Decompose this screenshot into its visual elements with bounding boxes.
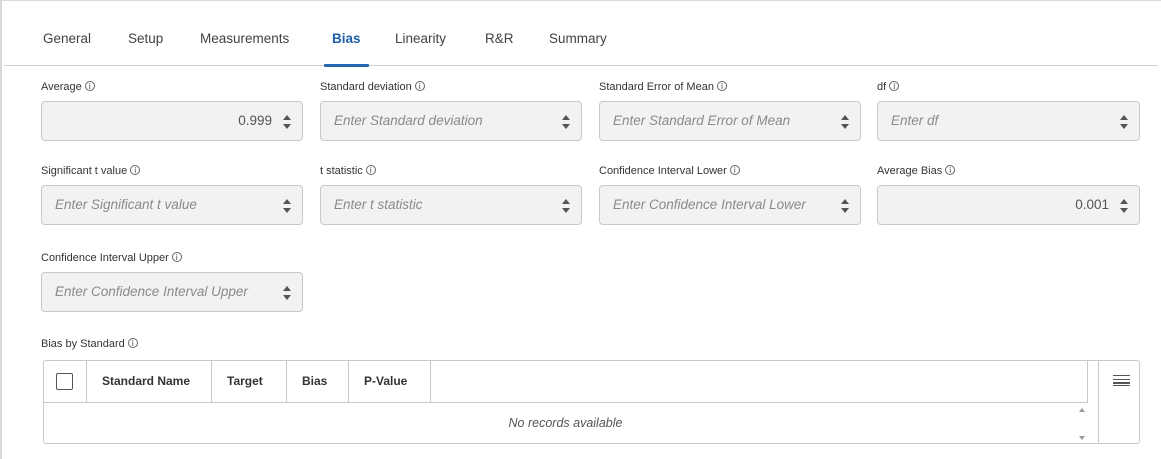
standard-deviation-field: Standard deviation i Enter Standard devia… bbox=[320, 80, 582, 142]
spinner-icon[interactable] bbox=[282, 285, 292, 301]
df-placeholder: Enter df bbox=[891, 113, 939, 128]
tab-rr[interactable]: R&R bbox=[485, 24, 514, 66]
info-icon[interactable]: i bbox=[889, 81, 900, 91]
bias-panel: General Setup Measurements Bias Linearit… bbox=[0, 0, 1161, 459]
info-icon[interactable]: i bbox=[84, 81, 95, 91]
average-label: Average bbox=[41, 81, 82, 93]
df-field: df i Enter df bbox=[877, 80, 1140, 142]
t-statistic-placeholder: Enter t statistic bbox=[334, 197, 423, 212]
df-input[interactable]: Enter df bbox=[877, 101, 1140, 141]
standard-error-of-mean-label: Standard Error of Mean bbox=[599, 81, 714, 93]
spinner-icon[interactable] bbox=[1119, 114, 1129, 130]
confidence-interval-upper-field: Confidence Interval Upper i Enter Confide… bbox=[41, 251, 303, 313]
column-standard-name[interactable]: Standard Name bbox=[87, 361, 212, 402]
average-bias-input[interactable]: 0.001 bbox=[877, 185, 1140, 225]
average-value: 0.999 bbox=[238, 113, 272, 128]
tab-setup[interactable]: Setup bbox=[128, 24, 163, 66]
spinner-icon[interactable] bbox=[561, 114, 571, 130]
average-input[interactable]: 0.999 bbox=[41, 101, 303, 141]
column-target[interactable]: Target bbox=[212, 361, 287, 402]
column-menu-icon[interactable] bbox=[1113, 375, 1130, 386]
df-label: df bbox=[877, 81, 887, 93]
significant-t-value-input[interactable]: Enter Significant t value bbox=[41, 185, 303, 225]
bias-table-title: Bias by Standard i bbox=[41, 337, 138, 351]
standard-deviation-input[interactable]: Enter Standard deviation bbox=[320, 101, 582, 141]
tab-bar: General Setup Measurements Bias Linearit… bbox=[4, 15, 1158, 67]
info-icon[interactable]: i bbox=[365, 165, 376, 175]
average-bias-label: Average Bias bbox=[877, 165, 943, 177]
bias-by-standard-table: Standard Name Target Bias P-Value No rec… bbox=[43, 360, 1140, 444]
tab-linearity[interactable]: Linearity bbox=[395, 24, 446, 66]
significant-t-value-field: Significant t value i Enter Significant t… bbox=[41, 164, 303, 226]
info-icon[interactable]: i bbox=[945, 165, 956, 175]
scroll-down-icon[interactable] bbox=[1079, 436, 1085, 440]
select-all-checkbox[interactable] bbox=[56, 373, 73, 390]
significant-t-value-label: Significant t value bbox=[41, 165, 128, 177]
t-statistic-label: t statistic bbox=[320, 165, 363, 177]
average-bias-value: 0.001 bbox=[1075, 197, 1109, 212]
column-menu[interactable] bbox=[1098, 361, 1140, 443]
column-p-value[interactable]: P-Value bbox=[349, 361, 431, 402]
average-field: Average i 0.999 bbox=[41, 80, 303, 142]
info-icon[interactable]: i bbox=[716, 81, 727, 91]
info-icon[interactable]: i bbox=[414, 81, 425, 91]
info-icon[interactable]: i bbox=[729, 165, 740, 175]
standard-deviation-label: Standard deviation bbox=[320, 81, 412, 93]
tab-bias[interactable]: Bias bbox=[324, 24, 368, 67]
info-icon[interactable]: i bbox=[130, 165, 141, 175]
spinner-icon[interactable] bbox=[282, 198, 292, 214]
column-bias[interactable]: Bias bbox=[287, 361, 349, 402]
spinner-icon[interactable] bbox=[840, 198, 850, 214]
spinner-icon[interactable] bbox=[840, 114, 850, 130]
t-statistic-input[interactable]: Enter t statistic bbox=[320, 185, 582, 225]
info-icon[interactable]: i bbox=[127, 338, 138, 348]
t-statistic-field: t statistic i Enter t statistic bbox=[320, 164, 582, 226]
standard-error-of-mean-placeholder: Enter Standard Error of Mean bbox=[613, 113, 791, 128]
standard-deviation-placeholder: Enter Standard deviation bbox=[334, 113, 483, 128]
confidence-interval-lower-placeholder: Enter Confidence Interval Lower bbox=[613, 197, 806, 212]
standard-error-of-mean-field: Standard Error of Mean i Enter Standard E… bbox=[599, 80, 861, 142]
confidence-interval-upper-input[interactable]: Enter Confidence Interval Upper bbox=[41, 272, 303, 312]
standard-error-of-mean-input[interactable]: Enter Standard Error of Mean bbox=[599, 101, 861, 141]
confidence-interval-upper-label: Confidence Interval Upper bbox=[41, 252, 169, 264]
average-bias-field: Average Bias i 0.001 bbox=[877, 164, 1140, 226]
tab-general[interactable]: General bbox=[43, 24, 91, 66]
select-all-column bbox=[44, 361, 87, 402]
confidence-interval-lower-field: Confidence Interval Lower i Enter Confide… bbox=[599, 164, 861, 226]
tab-measurements[interactable]: Measurements bbox=[200, 24, 289, 66]
scroll-up-icon[interactable] bbox=[1079, 408, 1085, 412]
spinner-icon[interactable] bbox=[282, 114, 292, 130]
spinner-icon[interactable] bbox=[1119, 198, 1129, 214]
info-icon[interactable]: i bbox=[171, 252, 182, 262]
tab-summary[interactable]: Summary bbox=[549, 24, 607, 66]
confidence-interval-upper-placeholder: Enter Confidence Interval Upper bbox=[55, 284, 248, 299]
confidence-interval-lower-label: Confidence Interval Lower bbox=[599, 165, 727, 177]
table-header: Standard Name Target Bias P-Value bbox=[44, 361, 1087, 403]
confidence-interval-lower-input[interactable]: Enter Confidence Interval Lower bbox=[599, 185, 861, 225]
spinner-icon[interactable] bbox=[561, 198, 571, 214]
no-records-message: No records available bbox=[508, 416, 623, 430]
significant-t-value-placeholder: Enter Significant t value bbox=[55, 197, 197, 212]
